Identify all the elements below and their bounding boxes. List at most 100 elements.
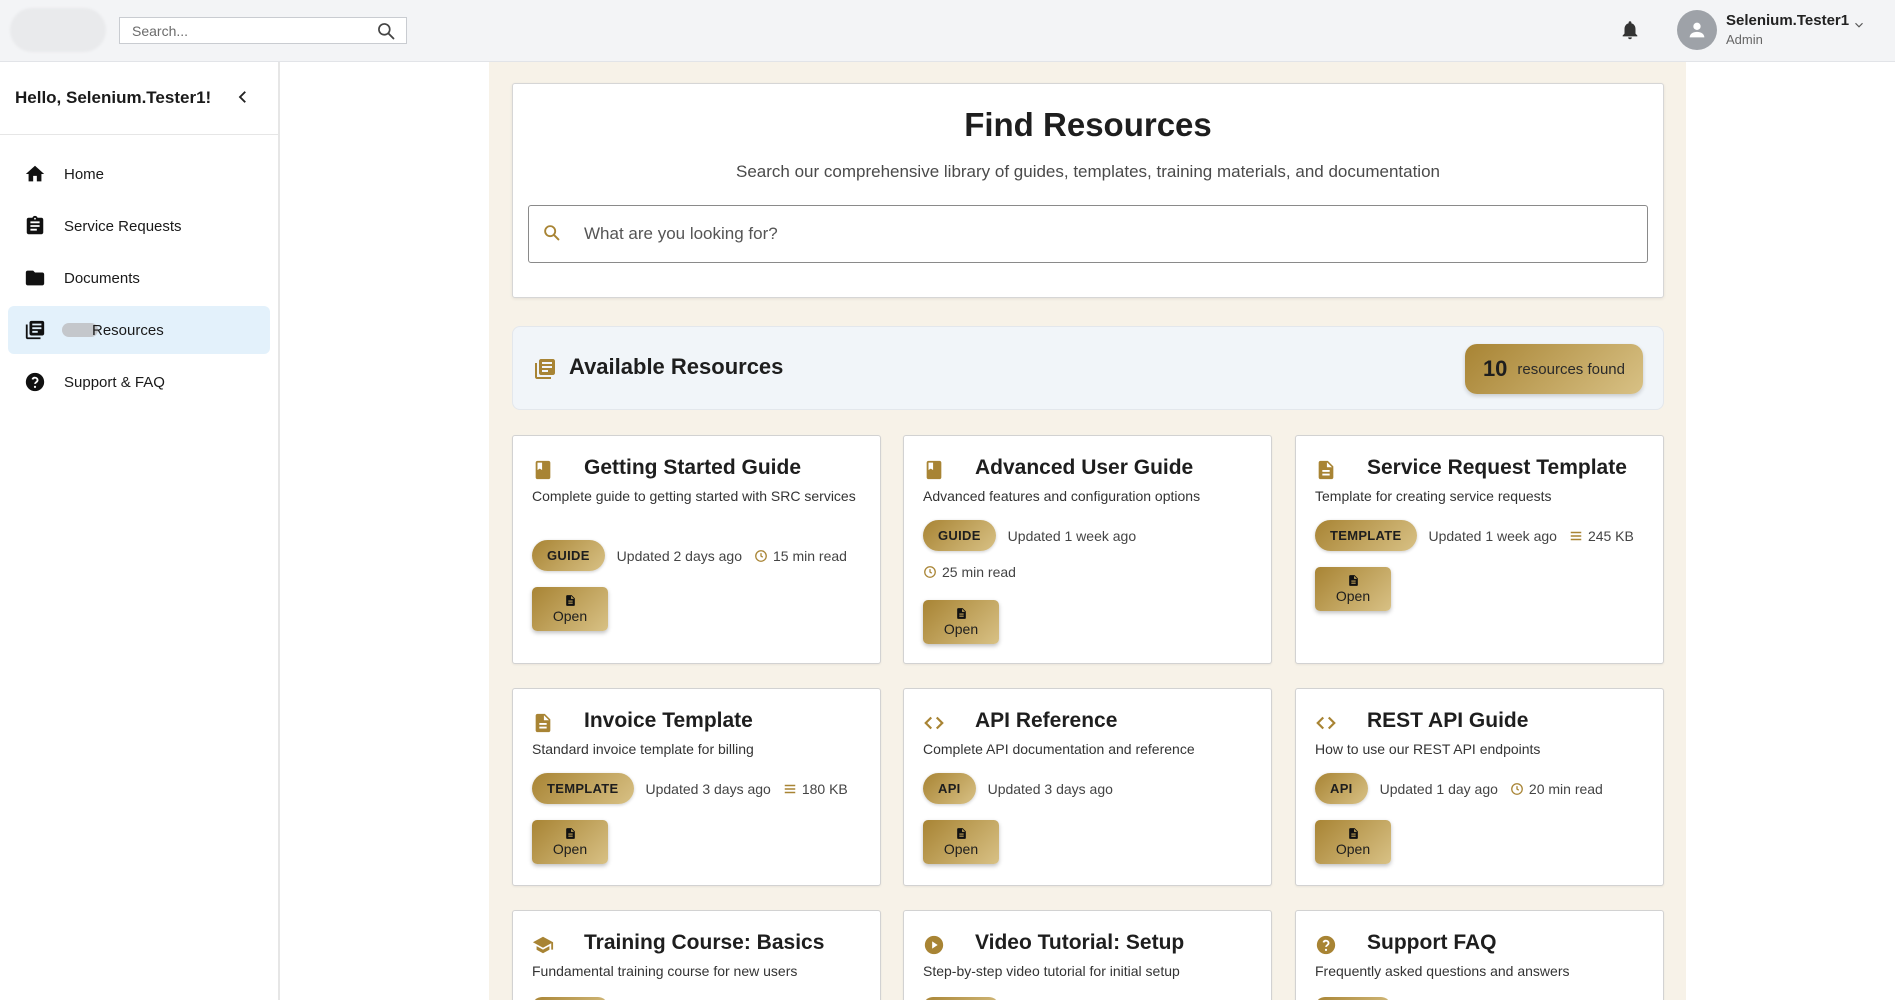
library-icon — [25, 320, 45, 340]
card-meta: API Updated 3 days ago — [923, 773, 1113, 804]
category-badge: TEMPLATE — [532, 773, 634, 804]
folder-icon — [25, 270, 45, 286]
open-button-label: Open — [943, 621, 979, 637]
document-icon — [565, 828, 575, 839]
user-name[interactable]: Selenium.Tester1 — [1726, 12, 1849, 29]
file-size: 180 KB — [783, 781, 848, 797]
file-size: 245 KB — [1569, 528, 1634, 544]
card-description: Fundamental training course for new user… — [532, 963, 798, 979]
resource-card: Invoice Template Standard invoice templa… — [512, 688, 881, 886]
category-badge: API — [923, 773, 976, 804]
card-title: Support FAQ — [1367, 931, 1497, 954]
card-meta: API Updated 1 day ago 20 min read — [1315, 773, 1603, 804]
notification-bell-icon[interactable] — [1619, 19, 1641, 41]
read-time-text: 20 min read — [1528, 780, 1603, 797]
find-resources-panel: Find Resources Search our comprehensive … — [512, 83, 1664, 298]
card-title: REST API Guide — [1367, 709, 1529, 732]
top-search-box[interactable] — [119, 17, 407, 44]
document-icon — [1318, 460, 1334, 480]
results-count-label: resources found — [1517, 360, 1625, 378]
user-role: Admin — [1726, 32, 1763, 47]
sidebar-item-service-requests[interactable]: Service Requests — [8, 202, 270, 250]
clipboard-icon — [26, 215, 44, 235]
category-badge: API — [1315, 773, 1368, 804]
resource-search-box[interactable] — [528, 205, 1648, 263]
book-icon — [535, 460, 551, 480]
document-icon — [565, 595, 575, 606]
sidebar-item-documents[interactable]: Documents — [8, 254, 270, 302]
card-title: Training Course: Basics — [584, 931, 825, 954]
open-button[interactable]: Open — [1315, 567, 1391, 611]
logo[interactable] — [10, 8, 106, 52]
card-meta: GUIDE Updated 2 days ago 15 min read — [532, 540, 847, 571]
sidebar-item-support-faq[interactable]: Support & FAQ — [8, 358, 270, 406]
search-icon — [544, 225, 560, 241]
sidebar-item-label: Service Requests — [64, 217, 182, 235]
clock-icon — [755, 549, 767, 562]
read-time: 25 min read — [923, 564, 1016, 580]
greeting: Hello, Selenium.Tester1! — [15, 88, 212, 107]
card-meta: GUIDE Updated 1 week ago — [923, 520, 1136, 551]
search-icon[interactable] — [376, 21, 396, 41]
user-icon — [1689, 22, 1705, 38]
results-count: 10 — [1482, 356, 1508, 381]
updated-text: Updated 1 week ago — [1007, 527, 1137, 544]
resource-search-input[interactable] — [584, 218, 1624, 250]
document-icon — [1348, 575, 1358, 586]
resource-card: Service Request Template Template for cr… — [1295, 435, 1664, 664]
category-badge: GUIDE — [532, 540, 605, 571]
file-size-text: 245 KB — [1587, 527, 1634, 544]
card-description: Complete guide to getting started with S… — [532, 488, 856, 504]
card-description: Standard invoice template for billing — [532, 741, 754, 757]
resource-card: Video Tutorial: Setup Step-by-step video… — [903, 910, 1272, 1000]
top-search-input[interactable] — [120, 18, 360, 43]
open-button[interactable]: Open — [923, 820, 999, 864]
card-description: How to use our REST API endpoints — [1315, 741, 1541, 757]
open-button-label: Open — [943, 841, 979, 857]
clock-icon — [924, 566, 936, 578]
resource-card: Support FAQ Frequently asked questions a… — [1295, 910, 1664, 1000]
card-meta: TEMPLATE Updated 1 week ago 245 KB — [1315, 520, 1634, 551]
open-button-label: Open — [1335, 841, 1371, 857]
results-count-badge: 10 resources found — [1464, 344, 1643, 394]
sidebar-item-home[interactable]: Home — [8, 150, 270, 198]
resource-card: API Reference Complete API documentation… — [903, 688, 1272, 886]
card-title: Invoice Template — [584, 709, 753, 732]
card-description: Frequently asked questions and answers — [1315, 963, 1570, 979]
card-description: Step-by-step video tutorial for initial … — [923, 963, 1180, 979]
card-description: Advanced features and configuration opti… — [923, 488, 1201, 504]
open-button[interactable]: Open — [1315, 820, 1391, 864]
document-icon — [535, 713, 551, 733]
resource-card: Training Course: Basics Fundamental trai… — [512, 910, 881, 1000]
file-size-text: 180 KB — [801, 780, 848, 797]
sidebar-nav: Home Service Requests Documents Resource… — [8, 150, 270, 410]
collapse-sidebar-icon[interactable] — [234, 88, 252, 106]
open-button-label: Open — [552, 841, 588, 857]
size-icon — [784, 784, 796, 793]
sidebar-item-resources[interactable]: Resources — [8, 306, 270, 354]
help-icon — [1316, 935, 1336, 955]
chevron-down-icon[interactable] — [1852, 18, 1866, 32]
document-icon — [956, 828, 966, 839]
book-icon — [926, 460, 942, 480]
avatar[interactable] — [1677, 10, 1717, 50]
code-icon — [1316, 716, 1336, 730]
document-icon — [956, 608, 966, 619]
card-title: API Reference — [975, 709, 1118, 732]
open-button[interactable]: Open — [532, 820, 608, 864]
sidebar-item-label: Home — [64, 165, 105, 183]
code-icon — [924, 716, 944, 730]
sidebar-item-label: Resources — [92, 321, 164, 339]
sidebar-header: Hello, Selenium.Tester1! — [0, 62, 278, 135]
open-button[interactable]: Open — [923, 600, 999, 644]
resource-card: Advanced User Guide Advanced features an… — [903, 435, 1272, 664]
main-content: Find Resources Search our comprehensive … — [489, 62, 1686, 1000]
open-button[interactable]: Open — [532, 587, 608, 631]
sidebar-item-label: Documents — [64, 269, 140, 287]
updated-text: Updated 2 days ago — [616, 547, 742, 564]
play-circle-icon — [924, 935, 944, 955]
document-icon — [1348, 828, 1358, 839]
size-icon — [1570, 531, 1582, 540]
category-badge: TEMPLATE — [1315, 520, 1417, 551]
card-title: Video Tutorial: Setup — [975, 931, 1185, 954]
